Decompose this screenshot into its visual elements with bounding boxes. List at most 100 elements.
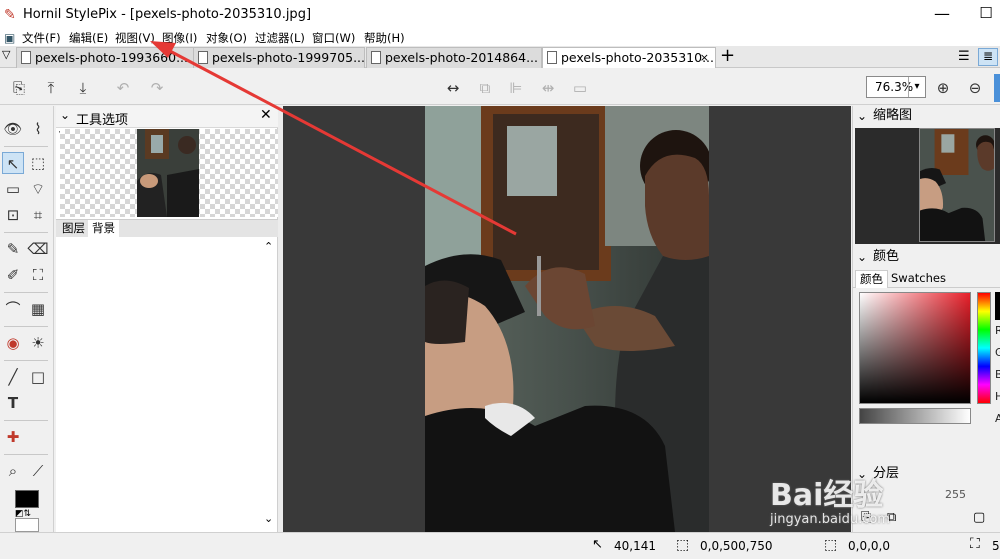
main-toolbar: ⎘ ⤒ ⤓ ↶ ↷ ↔ ⧉ ⊫ ⇹ ▭ ⊕ ⊖ bbox=[0, 69, 1000, 105]
layer-opacity-value[interactable]: 255 bbox=[945, 488, 966, 501]
collapse-chevron-icon[interactable]: ⌄ bbox=[857, 247, 867, 267]
channel-letter-g: G bbox=[995, 346, 1000, 359]
minimize-button[interactable]: — bbox=[934, 4, 950, 23]
tab-swatches[interactable]: Swatches bbox=[887, 270, 950, 288]
text-tool-icon[interactable]: T bbox=[2, 392, 24, 414]
alpha-slider[interactable] bbox=[859, 408, 971, 424]
menu-file[interactable]: 文件(F) bbox=[22, 30, 61, 46]
zoom-magnifier-icon[interactable]: ⌕ bbox=[2, 460, 24, 482]
channel-letter-b: B bbox=[995, 368, 1000, 381]
paperclip-icon[interactable]: ⌇ bbox=[27, 118, 49, 140]
delete-layer-icon[interactable]: ▢ bbox=[973, 510, 985, 525]
baidu-watermark-url: jingyan.baidu.com bbox=[770, 512, 890, 527]
tab-list-chevron-icon[interactable]: ▽ bbox=[2, 48, 10, 61]
brightness-icon[interactable]: ☀ bbox=[27, 332, 49, 354]
maximize-button[interactable]: ☐ bbox=[978, 4, 994, 22]
zoom-in-icon[interactable]: ⊕ bbox=[932, 77, 954, 99]
tab-color[interactable]: 颜色 bbox=[855, 270, 888, 288]
document-tab-4[interactable]: pexels-photo-2035310... × bbox=[542, 47, 716, 68]
saturation-value-picker[interactable] bbox=[859, 292, 971, 404]
menu-help[interactable]: 帮助(H) bbox=[364, 30, 405, 46]
thumbnail-panel-header[interactable]: ⌄ 缩略图 bbox=[853, 106, 1000, 126]
zoom-out-icon[interactable]: ⊖ bbox=[964, 77, 986, 99]
chevron-down-icon[interactable]: ▾ bbox=[908, 77, 925, 97]
channel-letter-h: H bbox=[995, 390, 1000, 403]
document-tab-label: pexels-photo-1993660... bbox=[35, 50, 188, 65]
document-tab-3[interactable]: pexels-photo-2014864... bbox=[366, 47, 542, 68]
channel-letter-r: R bbox=[995, 324, 1000, 337]
document-tab-2[interactable]: pexels-photo-1999705... bbox=[193, 47, 365, 68]
background-color-swatch[interactable] bbox=[15, 518, 39, 532]
flip-horizontal-icon[interactable]: ↔ bbox=[442, 77, 464, 99]
color-panel-header[interactable]: ⌄ 颜色 bbox=[853, 247, 1000, 267]
chevron-up-icon[interactable]: ⌃ bbox=[264, 240, 273, 253]
tab-background[interactable]: 背景 bbox=[88, 220, 119, 238]
pattern-fill-icon[interactable]: ▦ bbox=[27, 298, 49, 320]
file-icon bbox=[198, 51, 208, 64]
menu-window[interactable]: 窗口(W) bbox=[312, 30, 355, 46]
eyedropper-icon[interactable]: ⟋ bbox=[27, 460, 49, 482]
tab-close-icon[interactable]: × bbox=[700, 48, 709, 67]
chevron-down-icon[interactable]: ⌄ bbox=[264, 512, 273, 525]
new-document-icon[interactable]: ⎘ bbox=[8, 77, 30, 99]
arrange-icon[interactable]: ⧉ bbox=[474, 77, 496, 99]
transform-selection-icon[interactable]: ⬚ bbox=[27, 152, 49, 174]
smudge-icon[interactable]: ⌒ bbox=[2, 298, 24, 320]
lasso-icon[interactable]: ⌔ bbox=[27, 178, 49, 200]
menu-object[interactable]: 对象(O) bbox=[206, 30, 247, 46]
import-download-icon[interactable]: ⤓ bbox=[72, 77, 94, 99]
document-tab-1[interactable]: pexels-photo-1993660... bbox=[16, 47, 194, 68]
document-photo[interactable] bbox=[425, 106, 709, 532]
document-tab-label: pexels-photo-2014864... bbox=[385, 50, 538, 65]
app-brush-icon: ✎ bbox=[4, 7, 16, 23]
tab-layer[interactable]: 图层 bbox=[58, 220, 89, 238]
thumbnail-panel-title: 缩略图 bbox=[873, 108, 913, 123]
window-title: Hornil StylePix - [pexels-photo-2035310.… bbox=[23, 7, 312, 22]
align-left-icon[interactable]: ⊫ bbox=[505, 77, 527, 99]
eye-view-icon[interactable]: 👁 bbox=[2, 118, 24, 140]
brush-icon[interactable]: ✎ bbox=[2, 238, 24, 260]
move-pointer-tool-icon[interactable]: ↖ bbox=[2, 152, 24, 174]
document-tab-label: pexels-photo-1999705... bbox=[212, 50, 365, 65]
options-scrollbar[interactable]: ⌃ ⌄ bbox=[262, 240, 276, 532]
distribute-icon[interactable]: ⇹ bbox=[537, 77, 559, 99]
line-tool-icon[interactable]: ╱ bbox=[2, 366, 24, 388]
panel-layout-icon[interactable]: ≣ bbox=[978, 48, 998, 66]
red-eye-icon[interactable]: ◉ bbox=[2, 332, 24, 354]
navigator-thumbnail[interactable] bbox=[855, 128, 1000, 244]
collapse-chevron-icon[interactable]: ⌄ bbox=[857, 106, 867, 126]
layer-preview bbox=[60, 129, 278, 217]
navigator-thumbnail-image bbox=[919, 128, 995, 242]
clone-brush-icon[interactable]: ✐ bbox=[2, 264, 24, 286]
toolbox: 👁 ⌇ ↖ ⬚ ▭ ⌔ ⊡ ⌗ ✎ ⌫ ✐ ⛶ ⌒ ▦ ◉ ☀ ╱ □ T ✚ … bbox=[0, 106, 54, 532]
title-bar: ✎ Hornil StylePix - [pexels-photo-203531… bbox=[0, 0, 1000, 30]
canvas-area[interactable] bbox=[283, 106, 851, 532]
menu-image[interactable]: 图像(I) bbox=[162, 30, 197, 46]
menu-filter[interactable]: 过滤器(L) bbox=[255, 30, 305, 46]
color-tabs: 颜色 Swatches bbox=[853, 270, 1000, 288]
app-menu-icon[interactable]: ▣ bbox=[4, 31, 15, 45]
healing-bandage-icon[interactable]: ✚ bbox=[2, 426, 24, 448]
collapse-chevron-icon[interactable]: ⌄ bbox=[60, 108, 70, 122]
export-upload-icon[interactable]: ⤒ bbox=[40, 77, 62, 99]
fullscreen-icon[interactable]: ⛶ bbox=[970, 536, 980, 552]
undo-icon[interactable]: ↶ bbox=[112, 77, 134, 99]
fit-screen-icon[interactable]: ▭ bbox=[569, 77, 591, 99]
menu-bar: ▣ 文件(F) 编辑(E) 视图(V) 图像(I) 对象(O) 过滤器(L) 窗… bbox=[0, 30, 1000, 46]
crop-frame-icon[interactable]: ⊡ bbox=[2, 204, 24, 226]
hue-slider[interactable] bbox=[977, 292, 991, 404]
menu-view[interactable]: 视图(V) bbox=[115, 30, 155, 46]
barber-photo-image bbox=[425, 106, 709, 532]
layout-options-icon[interactable]: ☰ bbox=[958, 49, 970, 64]
toolbar-edge-button[interactable] bbox=[994, 74, 1000, 102]
close-icon[interactable]: ✕ bbox=[260, 107, 272, 123]
rect-select-icon[interactable]: ▭ bbox=[2, 178, 24, 200]
foreground-color-swatch[interactable] bbox=[15, 490, 39, 508]
crop-icon[interactable]: ⌗ bbox=[27, 204, 49, 226]
eraser-icon[interactable]: ⌫ bbox=[27, 238, 49, 260]
bucket-fill-icon[interactable]: ⛶ bbox=[27, 264, 49, 286]
rectangle-tool-icon[interactable]: □ bbox=[27, 366, 49, 388]
new-tab-plus-icon[interactable]: + bbox=[720, 45, 735, 66]
menu-edit[interactable]: 编辑(E) bbox=[69, 30, 108, 46]
redo-icon[interactable]: ↷ bbox=[146, 77, 168, 99]
